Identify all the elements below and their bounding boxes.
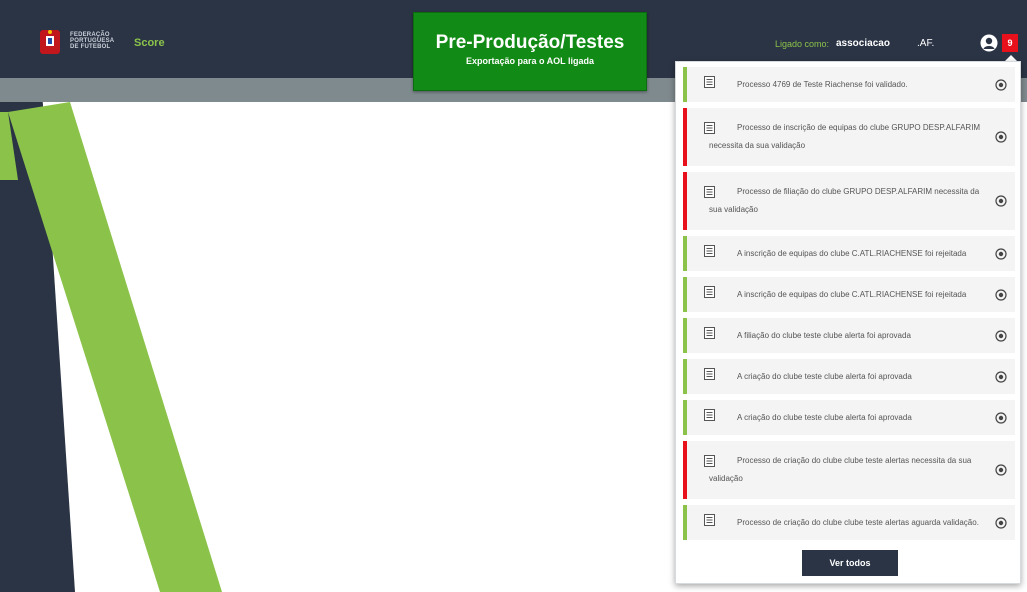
logo-line-3: DE FUTEBOL (70, 44, 111, 50)
notification-item[interactable]: Processo de inscrição de equipas do club… (683, 108, 1015, 166)
document-icon (704, 186, 715, 198)
dismiss-notification-icon[interactable] (995, 288, 1007, 301)
dismiss-notification-icon[interactable] (995, 516, 1007, 529)
environment-title: Pre-Produção/Testes (435, 32, 625, 53)
document-icon (704, 286, 715, 298)
see-all-button[interactable]: Ver todos (802, 550, 898, 576)
notification-text: Processo de inscrição de equipas do club… (709, 123, 981, 150)
notification-text: Processo 4769 de Teste Riachense foi val… (737, 79, 908, 89)
dismiss-notification-icon[interactable] (995, 464, 1007, 476)
document-icon (704, 327, 715, 339)
notification-count-badge[interactable]: 9 (1002, 34, 1018, 52)
document-icon (704, 455, 715, 467)
notification-text: Processo de criação do clube clube teste… (737, 517, 979, 527)
logo-text: FEDERAÇÃO PORTUGUESA DE FUTEBOL (70, 32, 114, 50)
notification-item[interactable]: A inscrição de equipas do clube C.ATL.RI… (683, 236, 1015, 271)
document-icon (704, 368, 715, 380)
document-icon (704, 514, 715, 526)
notification-text: A filiação do clube teste clube alerta f… (737, 330, 911, 340)
notification-item[interactable]: Processo de filiação do clube GRUPO DESP… (683, 172, 1015, 230)
document-icon (704, 409, 715, 421)
document-icon (704, 245, 715, 257)
dismiss-notification-icon[interactable] (995, 195, 1007, 207)
dismiss-notification-icon[interactable] (995, 131, 1007, 143)
dismiss-notification-icon[interactable] (995, 247, 1007, 260)
organization-label[interactable]: .AF. (917, 38, 934, 49)
notification-item[interactable]: A inscrição de equipas do clube C.ATL.RI… (683, 277, 1015, 312)
document-icon (704, 76, 715, 88)
notification-item[interactable]: Processo de criação do clube clube teste… (683, 505, 1015, 540)
notification-text: A criação do clube teste clube alerta fo… (737, 371, 912, 381)
dismiss-notification-icon[interactable] (995, 78, 1007, 91)
notifications-panel: Processo 4769 de Teste Riachense foi val… (675, 61, 1021, 584)
app-name[interactable]: Score (134, 37, 165, 49)
notification-text: Processo de filiação do clube GRUPO DESP… (709, 187, 980, 214)
notification-text: Processo de criação do clube clube teste… (709, 456, 972, 483)
fpf-logo-icon (40, 30, 60, 54)
notification-item[interactable]: Processo de criação do clube clube teste… (683, 441, 1015, 499)
document-icon (704, 122, 715, 134)
logged-in-label: Ligado como: (775, 39, 830, 49)
dismiss-notification-icon[interactable] (995, 329, 1007, 342)
user-profile-icon[interactable] (980, 34, 998, 52)
environment-subtitle: Exportação para o AOL ligada (465, 56, 595, 66)
notification-item[interactable]: A criação do clube teste clube alerta fo… (683, 359, 1015, 394)
dismiss-notification-icon[interactable] (995, 370, 1007, 383)
environment-banner: Pre-Produção/Testes Exportação para o AO… (413, 12, 647, 91)
dismiss-notification-icon[interactable] (995, 411, 1007, 424)
notification-text: A inscrição de equipas do clube C.ATL.RI… (737, 289, 967, 299)
notification-item[interactable]: A filiação do clube teste clube alerta f… (683, 318, 1015, 353)
notification-item[interactable]: A criação do clube teste clube alerta fo… (683, 400, 1015, 435)
notification-text: A criação do clube teste clube alerta fo… (737, 412, 912, 422)
logged-in-username: associacao (836, 38, 890, 49)
notification-list: Processo 4769 de Teste Riachense foi val… (683, 67, 1015, 546)
notification-text: A inscrição de equipas do clube C.ATL.RI… (737, 248, 967, 258)
notification-item[interactable]: Processo 4769 de Teste Riachense foi val… (683, 67, 1015, 102)
